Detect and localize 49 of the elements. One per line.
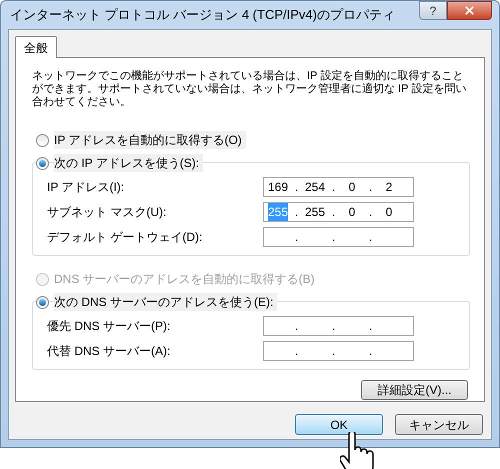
field-label: 優先 DNS サーバー(P): — [47, 318, 170, 335]
octet-value: 0 — [348, 179, 356, 196]
octet-value: 0 — [348, 204, 356, 221]
field-label: IP アドレス(I): — [47, 179, 124, 196]
close-icon — [463, 4, 476, 17]
tab[interactable]: 全般 — [15, 36, 57, 58]
description-text: ネットワークでこの機能がサポートされている場合は、IP 設定を自動的に取得することができます。サポートされていない場合は、ネットワーク管理者に適切な IP 設定を問い合わせてください。 — [31, 70, 468, 109]
octet-separator: . — [368, 318, 374, 335]
octet-value: 255 — [304, 204, 326, 221]
advanced-button[interactable]: 詳細設定(V)... — [361, 380, 468, 400]
octet-separator: . — [294, 179, 300, 196]
octet-separator: . — [330, 179, 336, 196]
cancel-button[interactable]: キャンセル — [395, 414, 483, 435]
octet-separator: . — [368, 204, 374, 221]
close-button[interactable] — [447, 1, 492, 20]
ip-address-field[interactable]: . . . — [263, 341, 414, 361]
ok-button[interactable]: OK — [295, 414, 383, 435]
radio-label: 次の IP アドレスを使う(S): — [54, 154, 204, 172]
ip-address-field[interactable]: . . . — [263, 316, 414, 336]
octet-separator: . — [330, 204, 336, 221]
octet-separator: . — [368, 229, 374, 246]
field-label: サブネット マスク(U): — [47, 204, 166, 221]
octet-separator: . — [368, 179, 374, 196]
field-label: デフォルト ゲートウェイ(D): — [47, 229, 202, 246]
octet-value: 255 — [268, 203, 288, 221]
octet-value: 169 — [268, 179, 288, 196]
window-title: インターネット プロトコル バージョン 4 (TCP/IPv4)のプロパティ — [9, 6, 395, 24]
octet-separator: . — [368, 343, 374, 360]
octet-value: 2 — [386, 179, 392, 196]
field-label: 代替 DNS サーバー(A): — [47, 343, 170, 360]
radio-button[interactable] — [36, 134, 49, 146]
octet-separator: . — [330, 343, 336, 360]
ip-address-field[interactable]: 255 . 255 . 0 . 0 — [263, 202, 414, 222]
octet-separator: . — [294, 204, 300, 221]
octet-separator: . — [330, 318, 336, 335]
radio-label: 次の DNS サーバーのアドレスを使う(E): — [54, 293, 278, 311]
octet-separator: . — [294, 229, 300, 246]
octet-separator: . — [330, 229, 336, 246]
radio-button[interactable] — [36, 296, 49, 308]
octet-separator: . — [294, 343, 300, 360]
octet-value: 0 — [386, 204, 392, 221]
help-button[interactable]: ? — [419, 1, 447, 20]
octet-separator: . — [294, 318, 300, 335]
radio-button[interactable] — [36, 156, 49, 170]
octet-value: 254 — [304, 179, 326, 196]
radio-label: DNS サーバーのアドレスを自動的に取得する(B) — [54, 271, 315, 288]
ip-address-field[interactable]: . . . — [263, 227, 414, 247]
ip-address-field[interactable]: 169 . 254 . 0 . 2 — [263, 177, 414, 197]
radio-label: IP アドレスを自動的に取得する(O) — [54, 131, 246, 149]
